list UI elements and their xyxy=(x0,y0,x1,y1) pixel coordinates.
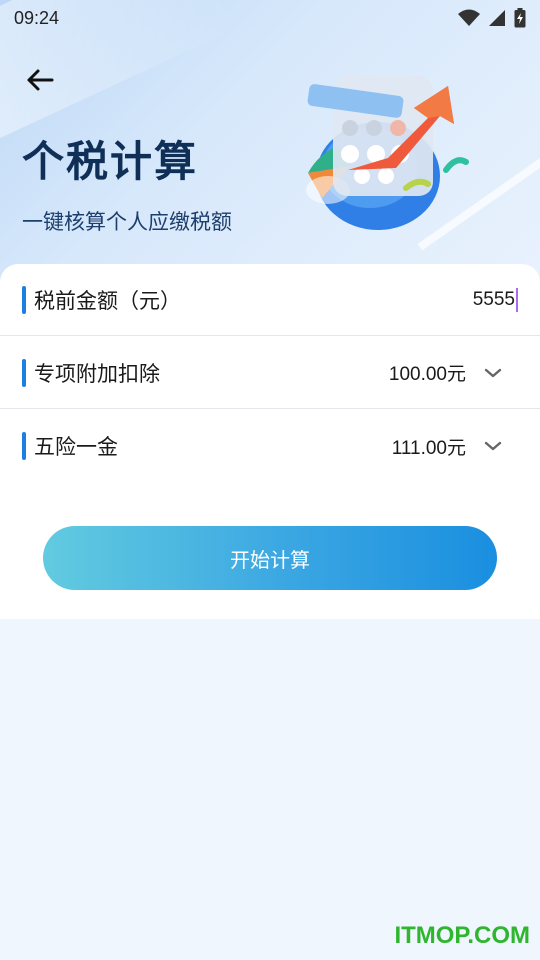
pre-tax-amount-row: 税前金额（元） xyxy=(0,264,540,336)
insurance-fund-row[interactable]: 五险一金 111.00元 xyxy=(0,410,540,482)
pre-tax-amount-input[interactable] xyxy=(333,287,518,312)
watermark-text: ITMOP.COM xyxy=(394,922,530,949)
calculator-illustration xyxy=(306,76,469,230)
special-deduction-value[interactable]: 100.00元 xyxy=(389,359,466,386)
signal-icon xyxy=(489,10,505,26)
status-time: 09:24 xyxy=(14,7,60,28)
calculator-form-card: 税前金额（元） 专项附加扣除 100.00元 五险一金 111.00元 开始计算 xyxy=(0,264,540,619)
battery-charging-icon xyxy=(514,8,526,28)
arrow-left-icon xyxy=(27,69,54,91)
wifi-icon xyxy=(458,9,480,26)
back-button[interactable] xyxy=(22,62,58,98)
page-subtitle: 一键核算个人应缴税额 xyxy=(22,210,232,234)
row-accent-bar xyxy=(22,285,26,314)
insurance-fund-label: 五险一金 xyxy=(34,435,118,459)
row-accent-bar xyxy=(22,358,26,387)
pre-tax-amount-label: 税前金额（元） xyxy=(34,288,181,313)
insurance-fund-value[interactable]: 111.00元 xyxy=(392,433,466,460)
row-accent-bar xyxy=(22,432,26,460)
page-title: 个税计算 xyxy=(22,137,199,186)
special-deduction-label: 专项附加扣除 xyxy=(34,361,160,386)
chevron-down-icon[interactable] xyxy=(482,362,504,384)
start-calculation-button[interactable]: 开始计算 xyxy=(43,526,497,590)
status-bar: 09:24 xyxy=(0,0,540,36)
header-banner: 09:24 个税计算 一键核算个人应缴税额 xyxy=(0,0,540,290)
status-icons xyxy=(458,8,526,28)
special-deduction-row[interactable]: 专项附加扣除 100.00元 xyxy=(0,337,540,409)
chevron-down-icon[interactable] xyxy=(482,435,504,457)
